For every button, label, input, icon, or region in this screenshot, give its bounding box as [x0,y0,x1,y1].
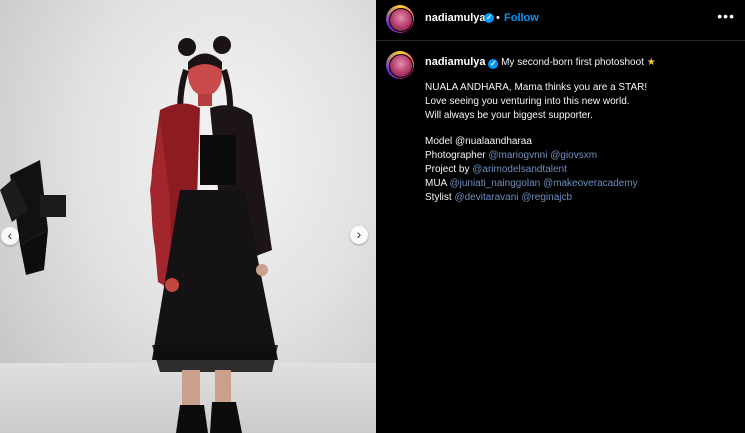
post-photo[interactable]: ‹ › [0,0,376,433]
post-details-panel: nadiamulya ✓ • Follow ••• nadiamulya ✓ M… [376,0,745,433]
separator-dot: • [496,12,500,24]
credit-model: Model @nualaandharaa [425,136,532,147]
chevron-left-icon: ‹ [7,227,13,243]
credit-mua-label: MUA [425,178,447,189]
chevron-right-icon: › [356,226,362,242]
caption-title: My second-born first photoshoot [501,57,644,68]
studio-light-icon [0,160,66,275]
credit-photographer-label: Photographer [425,150,486,161]
follow-button[interactable]: Follow [504,12,539,24]
credit-project: Project by @arimodelsandtalent [425,164,567,175]
post-viewer: ‹ › nadiamulya ✓ • Follow ••• nadiamulya… [0,0,745,433]
star-emoji-icon: ★ [646,57,656,68]
avatar[interactable] [386,5,414,33]
credit-project-label: Project by [425,164,470,175]
mention-link[interactable]: @giovsxm [550,150,597,161]
caption-first-line: nadiamulya ✓ My second-born first photos… [425,56,656,69]
caption-line-1: NUALA ANDHARA, Mama thinks you are a STA… [425,82,648,93]
header-username[interactable]: nadiamulya [425,12,486,24]
caption-avatar[interactable] [386,51,414,79]
carousel-next-button[interactable]: › [350,226,368,244]
carousel-prev-button[interactable]: ‹ [1,227,19,245]
mention-link[interactable]: @mariogvnni [488,150,547,161]
caption-line-3: Will always be your biggest supporter. [425,110,593,121]
caption-verified-icon: ✓ [488,59,499,69]
credit-stylist: Stylist @devitaravani @reginajcb [425,192,572,203]
caption-line-2: Love seeing you venturing into this new … [425,96,630,107]
verified-badge-icon: ✓ [484,13,494,23]
mention-link[interactable]: @juniati_nainggolan [449,178,540,189]
person-figure [150,36,278,433]
credit-stylist-label: Stylist [425,192,452,203]
credit-mua: MUA @juniati_nainggolan @makeoveracademy [425,178,638,189]
credit-photographer: Photographer @mariogvnni @giovsxm [425,150,597,161]
photo-illustration [0,36,278,433]
mention-link[interactable]: @makeoveracademy [543,178,638,189]
more-options-icon[interactable]: ••• [717,8,735,24]
post-header: nadiamulya ✓ • Follow ••• [376,0,745,41]
mention-link[interactable]: @reginajcb [521,192,572,203]
mention-link[interactable]: @devitaravani [454,192,518,203]
mention-link[interactable]: @arimodelsandtalent [472,164,567,175]
caption-username[interactable]: nadiamulya [425,56,486,68]
